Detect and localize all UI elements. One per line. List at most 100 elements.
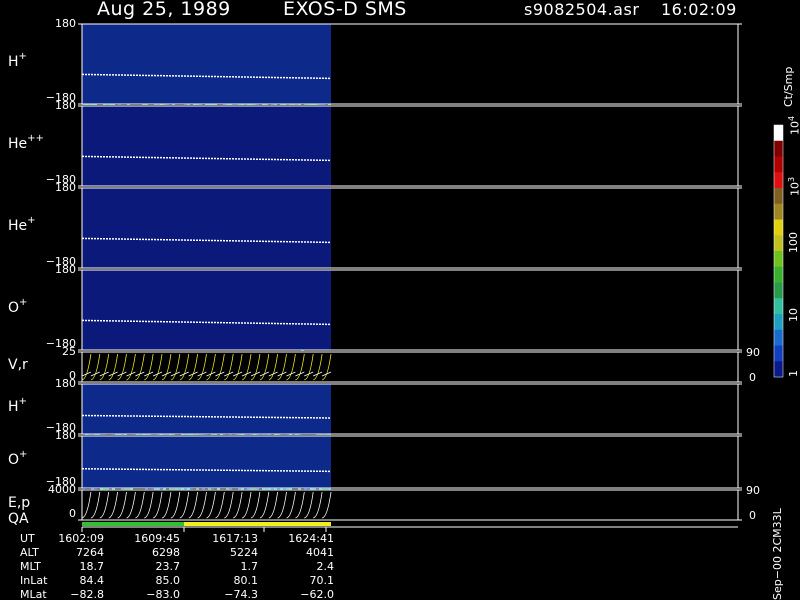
colorbar-swatch bbox=[774, 219, 783, 236]
ephemeris-value: −82.8 bbox=[70, 588, 104, 600]
ephemeris-value: 5224 bbox=[230, 546, 258, 559]
colorbar-swatch bbox=[774, 266, 783, 283]
ephemeris-value: 18.7 bbox=[79, 560, 105, 573]
spectrogram-bg-2 bbox=[82, 188, 331, 268]
panel-species: V,r bbox=[8, 357, 28, 373]
spectrogram-bg-3 bbox=[82, 270, 331, 350]
panel-label-6: O+ bbox=[8, 449, 28, 468]
vr-secondary-trace bbox=[81, 371, 332, 377]
y-tick-top: 180 bbox=[55, 181, 76, 194]
qa-label: QA bbox=[8, 511, 29, 527]
panel-label-5: H+ bbox=[8, 396, 27, 415]
colorbar-unit: Ct/Smp bbox=[782, 66, 795, 107]
colorbar-swatch bbox=[774, 314, 783, 331]
ephemeris-value: 84.4 bbox=[79, 574, 105, 587]
ephemeris-row: ALT 7264 6298 5224 4041 bbox=[0, 546, 400, 560]
y-tick-top: 4000 bbox=[48, 483, 76, 496]
y-tick-top: 180 bbox=[55, 377, 76, 390]
spectrogram-bg-1 bbox=[82, 106, 331, 186]
y-tick-top: 180 bbox=[55, 17, 76, 30]
colorbar-tick: 1 bbox=[787, 370, 800, 377]
colorbar-swatch bbox=[774, 251, 783, 268]
spectrogram-bg-6 bbox=[82, 436, 331, 488]
vr-trace bbox=[81, 353, 332, 381]
figure: Aug 25, 1989 EXOS-D SMS s9082504.asr 16:… bbox=[0, 0, 800, 600]
spectrogram-bg-0 bbox=[82, 24, 331, 104]
colorbar-tick: 100 bbox=[787, 232, 800, 253]
colorbar-swatch bbox=[774, 125, 783, 142]
y-tick-top: 180 bbox=[55, 429, 76, 442]
ep-trace bbox=[81, 491, 332, 519]
ephemeris-value: 1602:09 bbox=[58, 532, 104, 545]
panel-frame-4 bbox=[81, 351, 739, 383]
ephemeris-value: 2.4 bbox=[316, 560, 335, 573]
ephemeris-value: 1617:13 bbox=[212, 532, 258, 545]
panel-charge: + bbox=[18, 51, 27, 62]
panel-label-2: He+ bbox=[8, 215, 36, 234]
ephemeris-row: UT 1602:09 1609:45 1617:13 1624:41 bbox=[0, 532, 400, 546]
panel-charge: ++ bbox=[27, 133, 44, 144]
ephemeris-value: −83.0 bbox=[146, 588, 180, 600]
ephemeris-value: −74.3 bbox=[224, 588, 258, 600]
y-tick-top: 180 bbox=[55, 99, 76, 112]
panel-charge: + bbox=[19, 297, 28, 308]
ephemeris-label: MLT bbox=[20, 560, 41, 573]
panel-label-7: E,p bbox=[8, 495, 30, 511]
panel-frame-7 bbox=[81, 489, 739, 521]
ephemeris-value: 1.7 bbox=[240, 560, 259, 573]
qa-segment-green bbox=[82, 522, 184, 526]
ephemeris-label: ALT bbox=[20, 546, 39, 559]
panel-label-4: V,r bbox=[8, 357, 28, 373]
colorbar-swatch bbox=[774, 361, 783, 378]
footer-vertical-label: Sep−00 2CM33L bbox=[771, 508, 784, 600]
ephemeris-value: −62.0 bbox=[300, 588, 334, 600]
panel-charge: + bbox=[18, 396, 27, 407]
panel-label-1: He++ bbox=[8, 133, 44, 152]
ephemeris-row: MLT 18.7 23.7 1.7 2.4 bbox=[0, 560, 400, 574]
panel-label-0: H+ bbox=[8, 51, 27, 70]
panel-charge: + bbox=[19, 449, 28, 460]
right-tick-bottom: 0 bbox=[749, 509, 756, 522]
ephemeris-value: 70.1 bbox=[309, 574, 335, 587]
ephemeris-value: 6298 bbox=[152, 546, 180, 559]
ephemeris-label: UT bbox=[20, 532, 35, 545]
ephemeris-row: MLat −82.8 −83.0 −74.3 −62.0 bbox=[0, 588, 400, 600]
colorbar-swatch bbox=[774, 345, 783, 362]
panel-species: He bbox=[8, 218, 28, 234]
panel-species: O bbox=[8, 300, 20, 316]
ephemeris-value: 23.7 bbox=[155, 560, 181, 573]
panel-charge: + bbox=[27, 215, 36, 226]
colorbar-swatch bbox=[774, 188, 783, 205]
panel-species: E,p bbox=[8, 495, 31, 511]
plot-area bbox=[78, 23, 784, 532]
colorbar-swatch bbox=[774, 140, 783, 157]
colorbar-tick: 103 bbox=[787, 176, 800, 196]
colorbar-swatch bbox=[774, 172, 783, 189]
ephemeris-value: 85.0 bbox=[155, 574, 181, 587]
colorbar-swatch bbox=[774, 235, 783, 252]
spectrogram-bg-5 bbox=[82, 384, 331, 434]
panel-species: H bbox=[8, 399, 19, 415]
panel-label-3: O+ bbox=[8, 297, 28, 316]
qa-segment-yellow bbox=[184, 522, 331, 526]
y-tick-bottom: 0 bbox=[69, 507, 76, 520]
right-tick-top: 90 bbox=[746, 346, 760, 359]
colorbar-tick: 10 bbox=[787, 308, 800, 322]
y-tick-top: 180 bbox=[55, 263, 76, 276]
ephemeris-row: InLat 84.4 85.0 80.1 70.1 bbox=[0, 574, 400, 588]
ephemeris-value: 7264 bbox=[76, 546, 104, 559]
colorbar-swatch bbox=[774, 282, 783, 299]
ephemeris-value: 4041 bbox=[306, 546, 334, 559]
colorbar-swatch bbox=[774, 298, 783, 315]
panel-species: O bbox=[8, 452, 20, 468]
colorbar-swatch bbox=[774, 329, 783, 346]
ephemeris-value: 80.1 bbox=[233, 574, 259, 587]
panel-species: H bbox=[8, 54, 19, 70]
right-tick-top: 90 bbox=[746, 484, 760, 497]
ephemeris-value: 1609:45 bbox=[134, 532, 180, 545]
ephemeris-label: MLat bbox=[20, 588, 47, 600]
y-tick-top: 25 bbox=[62, 345, 76, 358]
colorbar-swatch bbox=[774, 156, 783, 173]
ephemeris-value: 1624:41 bbox=[288, 532, 334, 545]
colorbar-swatch bbox=[774, 203, 783, 220]
